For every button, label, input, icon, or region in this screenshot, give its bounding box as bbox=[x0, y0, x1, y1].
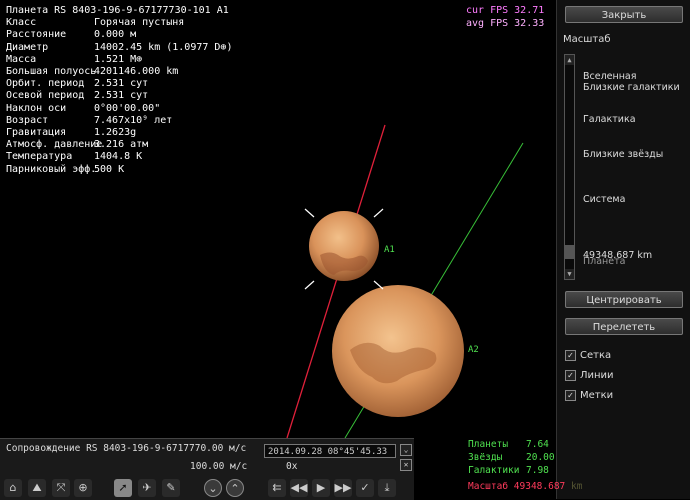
scale-slider[interactable]: ▲ ▼ bbox=[564, 54, 575, 280]
close-button[interactable]: Закрыть bbox=[565, 6, 683, 23]
fly-to-button[interactable]: Перелететь bbox=[565, 318, 683, 335]
play-icon[interactable]: ▶ bbox=[312, 479, 330, 497]
scale-readout-value: 49348.687 bbox=[513, 481, 566, 492]
scale-level-near-galaxies[interactable]: Близкие галактики bbox=[583, 82, 680, 93]
expand-icon[interactable]: ⤧ bbox=[52, 479, 70, 497]
scale-current-value: 49348.687 km bbox=[583, 250, 653, 261]
fast-forward-icon[interactable]: ▶▶ bbox=[334, 479, 352, 497]
speed-up-icon[interactable]: ⌃ bbox=[226, 479, 244, 497]
terrain-icon[interactable]: ⛰ bbox=[28, 479, 46, 497]
scale-title: Масштаб bbox=[563, 34, 611, 45]
stars-value: 20.00 bbox=[526, 452, 555, 463]
land-icon[interactable]: ⤓ bbox=[378, 479, 396, 497]
labels-label: Метки bbox=[580, 390, 614, 401]
wrench-icon[interactable]: ✎ bbox=[162, 479, 180, 497]
navigation-bar: Сопровождение RS 8403-196-9-6717770.00 м… bbox=[0, 438, 414, 500]
scale-readout: Масштаб 49348.687 km bbox=[468, 481, 582, 492]
scale-level-galaxy[interactable]: Галактика bbox=[583, 114, 636, 125]
scale-level-near-stars[interactable]: Близкие звёзды bbox=[583, 149, 663, 160]
planets-label: Планеты bbox=[468, 439, 509, 450]
rocket-icon[interactable]: ✈ bbox=[138, 479, 156, 497]
grid-check-icon: ✓ bbox=[565, 350, 576, 361]
scale-up-arrow-icon[interactable]: ▲ bbox=[565, 55, 574, 65]
planet-label-a1[interactable]: A1 bbox=[384, 245, 395, 255]
object-counts: Планеты 7.64 Звёзды 20.00 Галактики 7.98 bbox=[468, 438, 555, 477]
confirm-icon[interactable]: ✓ bbox=[356, 479, 374, 497]
time-reset-icon[interactable]: ✕ bbox=[400, 459, 412, 471]
space-viewport[interactable] bbox=[0, 0, 556, 438]
lines-check-icon: ✓ bbox=[565, 370, 576, 381]
speed-readout: 100.00 м/с bbox=[190, 461, 248, 472]
scale-level-system[interactable]: Система bbox=[583, 194, 625, 205]
labels-checkbox[interactable]: ✓ Метки bbox=[565, 390, 613, 401]
rewind-icon[interactable]: ◀◀ bbox=[290, 479, 308, 497]
control-panel: Закрыть Масштаб ▲ ▼ Вселенная Близкие га… bbox=[556, 0, 690, 499]
time-scale: 0x bbox=[286, 461, 298, 472]
speed-down-icon[interactable]: ⌄ bbox=[204, 479, 222, 497]
scale-readout-unit: km bbox=[571, 481, 583, 492]
scale-level-universe[interactable]: Вселенная bbox=[583, 71, 636, 82]
follow-status: Сопровождение RS 8403-196-9-6717770.00 м… bbox=[6, 443, 247, 454]
galaxies-label: Галактики bbox=[468, 465, 520, 476]
planets-value: 7.64 bbox=[526, 439, 549, 450]
lines-checkbox[interactable]: ✓ Линии bbox=[565, 370, 614, 381]
labels-check-icon: ✓ bbox=[565, 390, 576, 401]
grid-label: Сетка bbox=[580, 350, 612, 361]
date-input[interactable]: 2014.09.28 08°45'45.33 bbox=[264, 444, 396, 458]
date-dropdown-icon[interactable]: ⌄ bbox=[400, 444, 412, 456]
scale-readout-label: Масштаб bbox=[468, 481, 509, 492]
stars-label: Звёзды bbox=[468, 452, 503, 463]
grid-checkbox[interactable]: ✓ Сетка bbox=[565, 350, 611, 361]
galaxies-value: 7.98 bbox=[526, 465, 549, 476]
target-icon[interactable]: ⊕ bbox=[74, 479, 92, 497]
info-cursor-icon[interactable]: ➚ bbox=[114, 479, 132, 497]
lines-label: Линии bbox=[580, 370, 614, 381]
scale-down-arrow-icon[interactable]: ▼ bbox=[565, 269, 574, 279]
scale-slider-thumb[interactable] bbox=[565, 245, 574, 259]
home-icon[interactable]: ⌂ bbox=[4, 479, 22, 497]
center-button[interactable]: Центрировать bbox=[565, 291, 683, 308]
rewind-fast-icon[interactable]: ⇇ bbox=[268, 479, 286, 497]
planet-label-a2[interactable]: A2 bbox=[468, 345, 479, 355]
